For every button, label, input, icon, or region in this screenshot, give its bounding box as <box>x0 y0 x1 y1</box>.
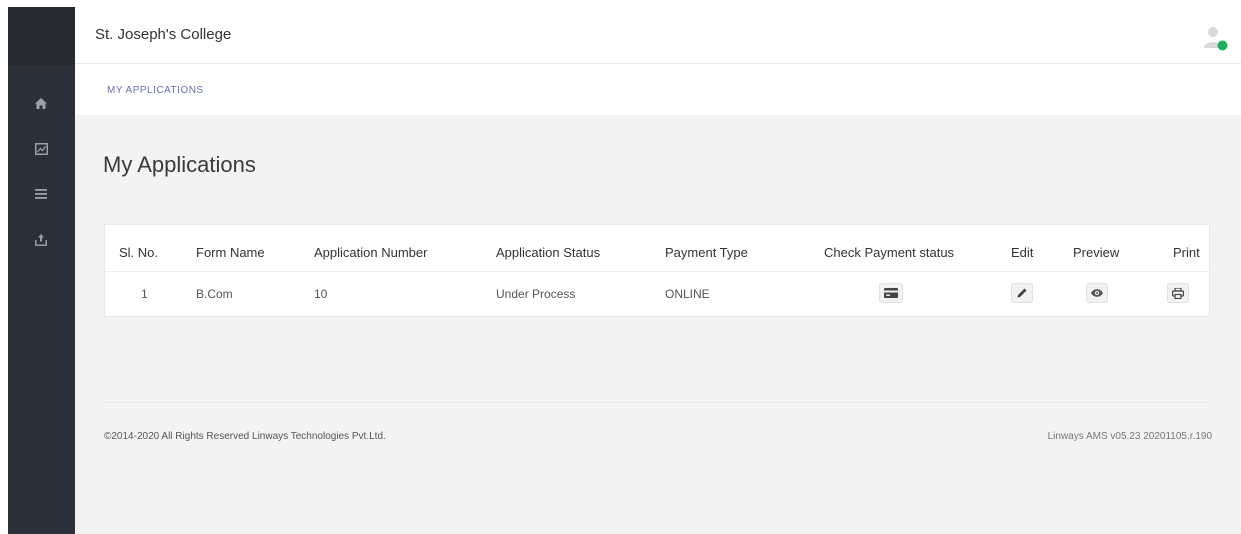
preview-button[interactable] <box>1086 283 1108 303</box>
breadcrumb-bar: MY APPLICATIONS <box>75 64 1241 115</box>
footer-version: Linways AMS v05.23 20201105.r.190 <box>1047 431 1212 442</box>
cell-application-number: 10 <box>314 287 328 301</box>
home-icon[interactable] <box>31 94 51 112</box>
cell-payment-type: ONLINE <box>665 287 710 301</box>
page-title: My Applications <box>103 152 256 177</box>
eye-icon <box>1091 289 1103 297</box>
column-header-sl-no: Sl. No. <box>119 245 159 260</box>
cell-sl-no: 1 <box>141 287 148 301</box>
sidebar-logo-area <box>8 7 75 65</box>
column-header-print: Print <box>1173 245 1200 260</box>
user-avatar-icon[interactable] <box>1203 24 1229 52</box>
column-header-form-name: Form Name <box>196 245 265 260</box>
printer-icon <box>1172 287 1184 299</box>
image-icon[interactable] <box>31 140 51 158</box>
menu-icon[interactable] <box>31 185 51 203</box>
cell-application-status: Under Process <box>496 287 576 301</box>
print-button[interactable] <box>1167 283 1189 303</box>
college-name: St. Joseph's College <box>95 26 232 43</box>
column-header-payment-type: Payment Type <box>665 245 748 260</box>
applications-table: Sl. No. Form Name Application Number App… <box>104 224 1210 317</box>
credit-card-icon <box>884 288 898 298</box>
upload-icon[interactable] <box>31 231 51 249</box>
header-divider <box>105 271 1209 272</box>
column-header-application-status: Application Status <box>496 245 601 260</box>
pencil-icon <box>1017 288 1027 298</box>
footer-copyright: ©2014-2020 All Rights Reserved Linways T… <box>104 431 386 442</box>
footer-divider <box>104 402 1210 403</box>
check-payment-button[interactable] <box>879 283 903 303</box>
column-header-edit: Edit <box>1011 245 1034 260</box>
column-header-application-number: Application Number <box>314 245 428 260</box>
app-frame: St. Joseph's College MY APPLICATIONS My … <box>8 7 1241 534</box>
top-bar: St. Joseph's College <box>75 7 1241 64</box>
column-header-check-payment-status: Check Payment status <box>824 245 955 260</box>
breadcrumb-my-applications[interactable]: MY APPLICATIONS <box>107 85 204 96</box>
sidebar <box>8 7 75 534</box>
column-header-preview: Preview <box>1073 245 1120 260</box>
edit-button[interactable] <box>1011 283 1033 303</box>
cell-form-name: B.Com <box>196 287 233 301</box>
